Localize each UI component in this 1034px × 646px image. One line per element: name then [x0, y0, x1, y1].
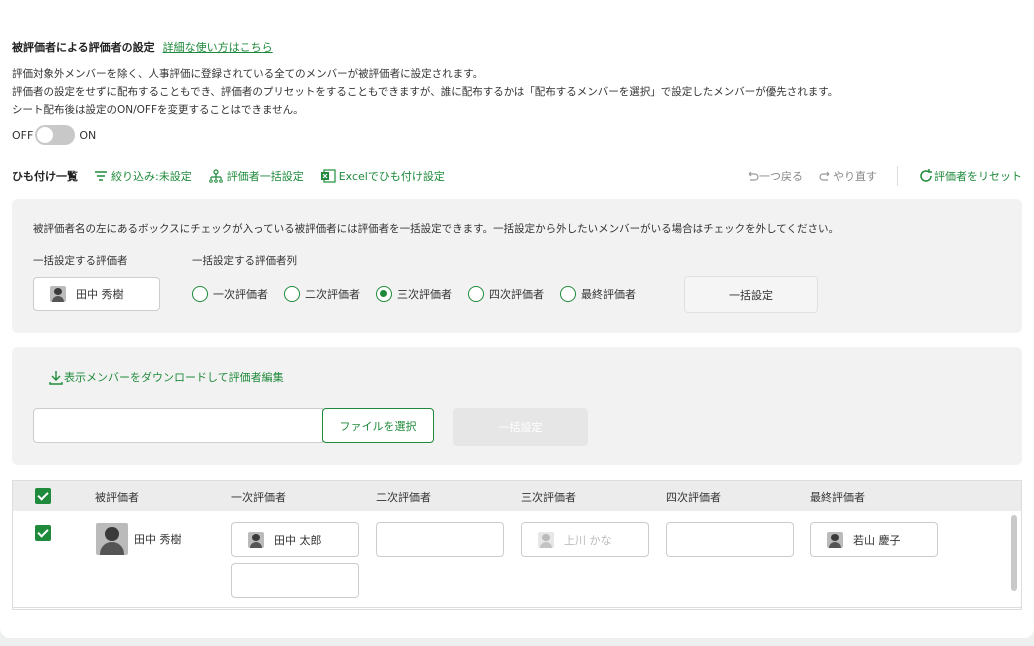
first-evaluator-chip[interactable]: 田中 太郎 — [231, 522, 359, 557]
file-path-input[interactable] — [33, 408, 323, 443]
download-icon — [49, 371, 63, 385]
col-final: 最終評価者 — [810, 491, 865, 504]
bulk-apply-button[interactable]: 一括設定 — [684, 276, 818, 313]
avatar — [538, 531, 554, 548]
filter-label: 絞り込み:未設定 — [111, 170, 192, 183]
filter-button[interactable]: 絞り込み:未設定 — [94, 168, 192, 184]
choose-file-button[interactable]: ファイルを選択 — [322, 408, 434, 443]
toolbar-actions: 一つ戻る やり直す 評価者をリセット — [729, 166, 1022, 186]
radio-final-evaluator[interactable]: 最終評価者 — [560, 286, 636, 302]
download-label: 表示メンバーをダウンロードして評価者編集 — [64, 371, 284, 384]
col-third: 三次評価者 — [521, 491, 576, 504]
col-fourth: 四次評価者 — [666, 491, 721, 504]
table-header: 被評価者 一次評価者 二次評価者 三次評価者 四次評価者 最終評価者 — [13, 481, 1021, 511]
redo-label: やり直す — [833, 170, 877, 183]
col-second: 二次評価者 — [376, 491, 431, 504]
reset-evaluators-button[interactable]: 評価者をリセット — [918, 168, 1022, 184]
file-apply-button-disabled: 一括設定 — [453, 408, 588, 446]
bulk-set-label: 評価者一括設定 — [226, 170, 304, 183]
description-line-1: 評価対象外メンバーを除く、人事評価に登録されている全てのメンバーが被評価者に設定… — [12, 68, 484, 80]
radio-fourth-evaluator[interactable]: 四次評価者 — [468, 286, 544, 302]
description-line-2: 評価者の設定をせずに配布することもでき、評価者のプリセットをすることもできますが… — [12, 86, 839, 98]
toggle-knob — [37, 127, 54, 143]
radio-label: 三次評価者 — [397, 288, 452, 301]
radio-circle — [192, 286, 208, 302]
add-first-evaluator-slot[interactable] — [231, 563, 359, 598]
linking-toolbar: ひも付け一覧 絞り込み:未設定 評価者一括設定 Excelでひも付け設定 一つ戻… — [12, 166, 1022, 186]
third-evaluator-name: 上川 かな — [564, 533, 612, 547]
evaluator-setting-toggle[interactable] — [35, 125, 76, 145]
excel-icon — [320, 169, 336, 183]
radio-second-evaluator[interactable]: 二次評価者 — [284, 286, 360, 302]
avatar — [96, 523, 128, 555]
select-all-checkbox[interactable] — [35, 488, 51, 504]
second-evaluator-slot[interactable] — [376, 522, 504, 557]
linking-table: 被評価者 一次評価者 二次評価者 三次評価者 四次評価者 最終評価者 田中 秀樹… — [12, 480, 1022, 610]
bulk-set-note: 被評価者名の左にあるボックスにチェックが入っている被評価者には評価者を一括設定で… — [33, 223, 839, 235]
radio-label: 一次評価者 — [213, 288, 268, 301]
avatar — [50, 286, 66, 302]
fourth-evaluator-slot[interactable] — [666, 522, 794, 557]
radio-label: 最終評価者 — [581, 288, 636, 301]
radio-third-evaluator[interactable]: 三次評価者 — [376, 286, 452, 302]
row-checkbox[interactable] — [35, 525, 51, 541]
bulk-evaluator-chip[interactable]: 田中 秀樹 — [33, 277, 160, 311]
avatar — [248, 531, 264, 548]
redo-icon — [819, 171, 830, 181]
radio-circle-selected — [376, 286, 392, 302]
radio-circle — [284, 286, 300, 302]
col-first: 一次評価者 — [231, 491, 286, 504]
on-off-toggle-row: OFF ON — [12, 125, 96, 145]
toggle-on-label: ON — [79, 128, 97, 142]
excel-link-button[interactable]: Excelでひも付け設定 — [320, 168, 445, 184]
description-line-3: シート配布後は設定のON/OFFを変更することはできません。 — [12, 104, 304, 116]
reset-label: 評価者をリセット — [934, 170, 1022, 183]
refresh-icon — [920, 169, 932, 182]
radio-first-evaluator[interactable]: 一次評価者 — [192, 286, 268, 302]
first-evaluator-name: 田中 太郎 — [274, 533, 322, 547]
bulk-evaluator-label: 一括設定する評価者 — [33, 255, 128, 267]
evaluator-column-radio-group: 一次評価者 二次評価者 三次評価者 四次評価者 最終評価者 — [192, 286, 652, 302]
evaluatee-cell: 田中 秀樹 — [96, 523, 182, 555]
toggle-off-label: OFF — [12, 128, 34, 142]
bulk-set-panel: 被評価者名の左にあるボックスにチェックが入っている被評価者には評価者を一括設定で… — [12, 199, 1022, 333]
filter-icon — [95, 171, 107, 181]
radio-circle — [560, 286, 576, 302]
avatar — [827, 531, 843, 548]
col-evaluatee: 被評価者 — [95, 491, 139, 504]
help-link[interactable]: 詳細な使い方はこちら — [163, 39, 273, 55]
linking-list-title: ひも付け一覧 — [12, 170, 78, 183]
excel-label: Excelでひも付け設定 — [338, 170, 445, 183]
bulk-column-label: 一括設定する評価者列 — [192, 255, 297, 267]
download-members-link[interactable]: 表示メンバーをダウンロードして評価者編集 — [48, 369, 284, 385]
redo-button[interactable]: やり直す — [819, 168, 877, 184]
undo-icon — [748, 171, 759, 181]
undo-button[interactable]: 一つ戻る — [745, 168, 803, 184]
radio-label: 四次評価者 — [489, 288, 544, 301]
download-panel: 表示メンバーをダウンロードして評価者編集 ファイルを選択 一括設定 — [12, 347, 1022, 465]
org-chart-icon — [208, 169, 223, 183]
bulk-set-button[interactable]: 評価者一括設定 — [208, 168, 304, 184]
final-evaluator-name: 若山 慶子 — [853, 533, 901, 547]
final-evaluator-chip[interactable]: 若山 慶子 — [810, 522, 938, 557]
toolbar-divider — [897, 166, 898, 186]
third-evaluator-chip[interactable]: 上川 かな — [521, 522, 649, 557]
table-bottom-divider — [12, 607, 1022, 608]
table-scrollbar[interactable] — [1011, 515, 1017, 591]
evaluatee-name: 田中 秀樹 — [134, 533, 182, 546]
radio-label: 二次評価者 — [305, 288, 360, 301]
undo-label: 一つ戻る — [759, 170, 803, 183]
section-header: 被評価者による評価者の設定 詳細な使い方はこちら — [12, 39, 273, 55]
page: 被評価者による評価者の設定 詳細な使い方はこちら 評価対象外メンバーを除く、人事… — [0, 0, 1034, 638]
radio-circle — [468, 286, 484, 302]
bulk-evaluator-name: 田中 秀樹 — [76, 288, 124, 301]
page-title: 被評価者による評価者の設定 — [12, 41, 155, 54]
